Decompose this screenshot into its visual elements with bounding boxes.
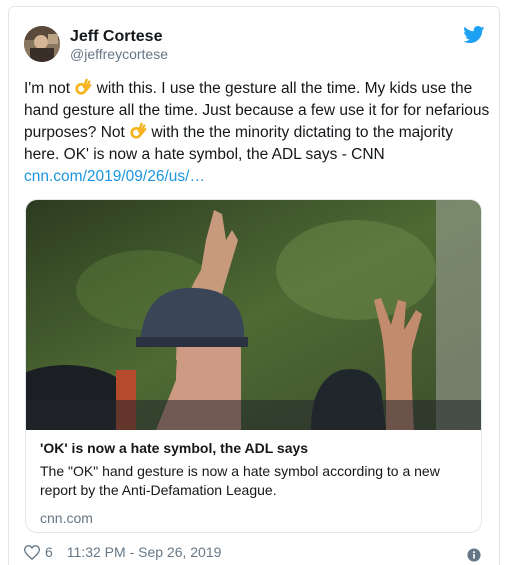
tweet-footer: 6 11:32 PM - Sep 26, 2019	[24, 544, 221, 560]
like-count[interactable]: 6	[45, 544, 53, 560]
ok-hand-icon	[75, 78, 92, 95]
avatar-photo	[24, 26, 60, 62]
author-handle[interactable]: @jeffreycortese	[70, 46, 168, 62]
tweet-text-part-1: I'm not	[24, 80, 75, 97]
twitter-bird-icon[interactable]	[463, 26, 485, 44]
tweet-link[interactable]: cnn.com/2019/09/26/us/…	[24, 168, 205, 185]
link-preview-description: The "OK" hand gesture is now a hate symb…	[40, 463, 440, 498]
heart-icon[interactable]	[24, 544, 40, 560]
link-preview-domain: cnn.com	[40, 510, 93, 526]
info-icon[interactable]	[467, 548, 481, 562]
avatar[interactable]	[24, 26, 60, 62]
link-preview-body: 'OK' is now a hate symbol, the ADL says …	[40, 438, 470, 526]
link-preview-image[interactable]	[26, 200, 482, 430]
author-name[interactable]: Jeff Cortese	[70, 28, 162, 46]
link-preview-title[interactable]: 'OK' is now a hate symbol, the ADL says	[40, 438, 470, 458]
link-preview-card[interactable]: 'OK' is now a hate symbol, the ADL says …	[25, 199, 482, 533]
tweet-text: I'm not with this. I use the gesture all…	[24, 78, 490, 188]
tweet-timestamp[interactable]: 11:32 PM - Sep 26, 2019	[67, 544, 222, 560]
ok-hand-icon	[130, 122, 147, 139]
